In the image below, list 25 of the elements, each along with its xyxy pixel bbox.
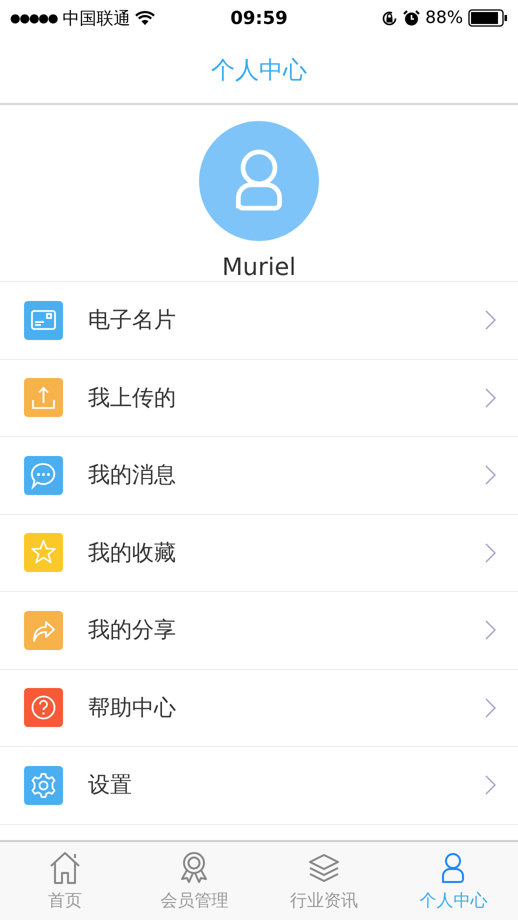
menu-item[interactable]: 我的消息 (0, 437, 518, 514)
chevron-right-icon (485, 620, 496, 640)
wifi-icon (135, 10, 156, 26)
menu-item[interactable]: 我的分享 (0, 592, 518, 670)
menu-item[interactable]: 设置 (0, 747, 518, 824)
chevron-right-icon (485, 775, 496, 796)
chevron-right-icon (485, 465, 496, 486)
menu-item[interactable]: 我上传的 (0, 360, 518, 437)
user-name: Muriel (222, 253, 296, 281)
rotation-lock-icon (381, 10, 398, 26)
chevron-right-icon (485, 310, 496, 330)
alarm-icon (403, 10, 420, 26)
battery-icon (468, 9, 508, 27)
menu-item[interactable]: 帮助中心 (0, 670, 518, 747)
page-title: 个人中心 (211, 54, 307, 86)
battery-percent: 88% (425, 8, 463, 28)
chevron-right-icon (485, 542, 496, 563)
chevron-right-icon (485, 388, 496, 408)
menu-item[interactable]: 电子名片 (0, 282, 518, 360)
house-icon (48, 850, 82, 884)
carrier-name: 中国联通 (62, 8, 130, 30)
chevron-right-icon (485, 698, 496, 718)
menu-item[interactable]: 我的收藏 (0, 514, 518, 592)
signal-dots: ●●●●● (10, 11, 58, 25)
status-time: 09:59 (230, 8, 288, 28)
